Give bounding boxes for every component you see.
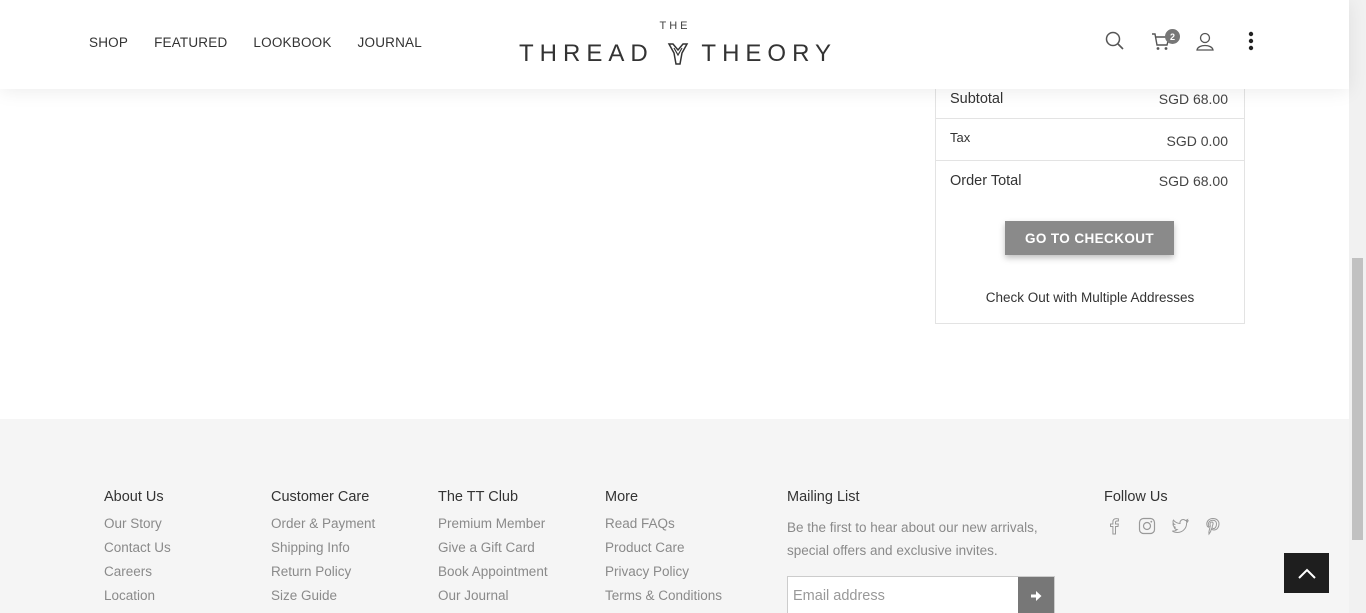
footer-link-return-policy[interactable]: Return Policy — [271, 564, 375, 579]
footer-about: About Us Our Story Contact Us Careers Lo… — [104, 489, 171, 612]
footer-mailing-list: Mailing List Be the first to hear about … — [787, 489, 1067, 613]
email-form — [787, 576, 1055, 613]
footer-link-privacy-policy[interactable]: Privacy Policy — [605, 564, 722, 579]
multiple-addresses-link[interactable]: Check Out with Multiple Addresses — [936, 290, 1244, 305]
order-summary: Subtotal SGD 68.00 Tax SGD 0.00 Order To… — [935, 79, 1245, 324]
footer-link-contact-us[interactable]: Contact Us — [104, 540, 171, 555]
footer-link-careers[interactable]: Careers — [104, 564, 171, 579]
footer-care-title: Customer Care — [271, 489, 370, 505]
main-nav: SHOP FEATURED LOOKBOOK JOURNAL — [89, 35, 448, 50]
pinterest-icon[interactable] — [1203, 516, 1223, 536]
more-vertical-icon[interactable] — [1240, 30, 1262, 52]
order-total-row: Order Total SGD 68.00 — [936, 162, 1244, 200]
footer-link-book-appointment[interactable]: Book Appointment — [438, 564, 548, 579]
footer-more-title: More — [605, 489, 639, 505]
footer-link-our-journal[interactable]: Our Journal — [438, 588, 548, 603]
footer-link-size-guide[interactable]: Size Guide — [271, 588, 375, 603]
footer-more: More Read FAQs Product Care Privacy Poli… — [605, 489, 722, 612]
nav-journal[interactable]: JOURNAL — [358, 35, 422, 50]
footer-follow-us: Follow Us — [1104, 489, 1223, 536]
footer-customer-care: Customer Care Order & Payment Shipping I… — [271, 489, 375, 612]
footer-mailing-title: Mailing List — [787, 489, 860, 505]
tax-label: Tax — [950, 130, 971, 145]
site-logo[interactable]: THE THREAD THEORY — [519, 18, 831, 70]
search-icon[interactable] — [1104, 30, 1126, 52]
email-input[interactable] — [788, 577, 1018, 613]
instagram-icon[interactable] — [1137, 516, 1157, 536]
facebook-icon[interactable] — [1104, 516, 1124, 536]
order-total-value: SGD 68.00 — [1158, 173, 1228, 189]
go-to-checkout-button[interactable]: GO TO CHECKOUT — [1005, 221, 1174, 255]
footer-link-faqs[interactable]: Read FAQs — [605, 516, 722, 531]
footer-link-product-care[interactable]: Product Care — [605, 540, 722, 555]
footer-link-shipping-info[interactable]: Shipping Info — [271, 540, 375, 555]
tax-row: Tax SGD 0.00 — [936, 120, 1244, 161]
mailing-description: Be the first to hear about our new arriv… — [787, 520, 1038, 558]
nav-lookbook[interactable]: LOOKBOOK — [253, 35, 331, 50]
nav-shop[interactable]: SHOP — [89, 35, 128, 50]
subtotal-row: Subtotal SGD 68.00 — [936, 90, 1244, 119]
order-total-label: Order Total — [950, 173, 1022, 189]
logo-word-right: THEORY — [701, 40, 837, 67]
twitter-icon[interactable] — [1170, 516, 1190, 536]
chevron-up-icon — [1297, 568, 1316, 579]
nav-featured[interactable]: FEATURED — [154, 35, 227, 50]
logo-word-left: THREAD — [519, 40, 654, 67]
subtotal-label: Subtotal — [950, 91, 1004, 107]
footer-link-gift-card[interactable]: Give a Gift Card — [438, 540, 548, 555]
footer-link-order-payment[interactable]: Order & Payment — [271, 516, 375, 531]
arrow-right-icon — [1031, 591, 1042, 601]
user-icon[interactable] — [1194, 30, 1216, 52]
scrollbar-thumb[interactable] — [1352, 258, 1363, 540]
cart-count-badge: 2 — [1165, 29, 1180, 44]
subscribe-button[interactable] — [1018, 577, 1054, 613]
logo-mark-icon — [667, 43, 688, 65]
logo-the: THE — [659, 20, 691, 32]
back-to-top-button[interactable] — [1284, 553, 1329, 593]
site-header: SHOP FEATURED LOOKBOOK JOURNAL THE THREA… — [0, 0, 1349, 89]
footer-follow-title: Follow Us — [1104, 489, 1168, 505]
tax-value: SGD 0.00 — [1166, 133, 1228, 149]
footer-tt-club: The TT Club Premium Member Give a Gift C… — [438, 489, 548, 612]
footer-club-title: The TT Club — [438, 489, 519, 505]
footer-link-location[interactable]: Location — [104, 588, 171, 603]
footer-link-terms[interactable]: Terms & Conditions — [605, 588, 722, 603]
site-footer: About Us Our Story Contact Us Careers Lo… — [0, 419, 1349, 613]
footer-link-premium-member[interactable]: Premium Member — [438, 516, 548, 531]
subtotal-value: SGD 68.00 — [1158, 91, 1228, 107]
footer-about-title: About Us — [104, 489, 164, 505]
footer-link-our-story[interactable]: Our Story — [104, 516, 171, 531]
